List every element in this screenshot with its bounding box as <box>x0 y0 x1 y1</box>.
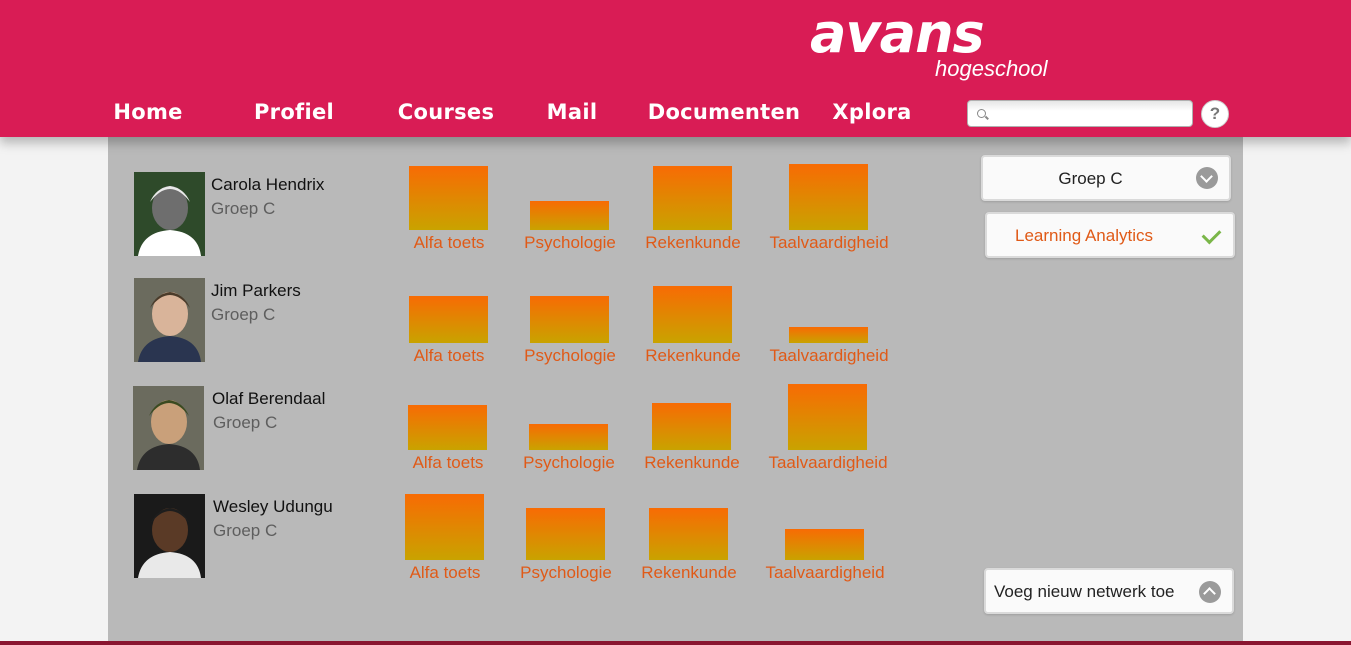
student-group: Groep C <box>213 521 278 540</box>
chevron-down-icon <box>1196 167 1218 189</box>
portrait-image <box>134 494 205 578</box>
score-bar-label[interactable]: Taalvaardigheid <box>768 453 887 473</box>
student-avatar[interactable] <box>134 278 205 362</box>
score-bar[interactable] <box>526 508 605 560</box>
help-button[interactable]: ? <box>1201 100 1229 128</box>
student-group: Groep C <box>213 413 278 432</box>
checkmark-icon <box>1201 224 1222 245</box>
learning-analytics-button[interactable]: Learning Analytics <box>985 212 1235 258</box>
add-network-label: Voeg nieuw netwerk toe <box>994 582 1175 601</box>
score-bar[interactable] <box>649 508 728 560</box>
group-select-label: Groep C <box>1058 169 1123 188</box>
nav-documenten[interactable]: Documenten <box>648 100 801 124</box>
add-network-button[interactable]: Voeg nieuw netwerk toe <box>984 568 1234 614</box>
score-bar-label[interactable]: Psychologie <box>524 346 616 366</box>
score-bar-label[interactable]: Alfa toets <box>410 563 481 583</box>
portrait-image <box>134 278 205 362</box>
score-bar-label[interactable]: Rekenkunde <box>641 563 736 583</box>
nav-profiel[interactable]: Profiel <box>254 100 334 124</box>
learning-analytics-label: Learning Analytics <box>1015 226 1153 245</box>
bottom-strip <box>0 641 1351 645</box>
main-panel: Carola Hendrix Groep C Alfa toets Psycholog… <box>108 137 1243 645</box>
nav-xplora[interactable]: Xplora <box>832 100 911 124</box>
search-icon <box>977 109 986 118</box>
score-bar[interactable] <box>652 403 731 450</box>
search-input[interactable] <box>992 104 1191 125</box>
score-bar-label[interactable]: Rekenkunde <box>644 453 739 473</box>
avans-logo-subtitle: hogeschool <box>935 56 1048 81</box>
score-bar[interactable] <box>409 296 488 343</box>
header-bar: avans hogeschool Home Profiel Courses Ma… <box>0 0 1351 137</box>
student-name[interactable]: Wesley Udungu <box>213 497 333 517</box>
nav-home[interactable]: Home <box>113 100 182 124</box>
student-name[interactable]: Jim Parkers <box>211 281 301 301</box>
nav-courses[interactable]: Courses <box>398 100 495 124</box>
group-select[interactable]: Groep C <box>981 155 1231 201</box>
score-bar-label[interactable]: Taalvaardigheid <box>769 346 888 366</box>
score-bar-label[interactable]: Alfa toets <box>414 346 485 366</box>
score-bar[interactable] <box>788 384 867 450</box>
score-bar-label[interactable]: Taalvaardigheid <box>765 563 884 583</box>
score-bar[interactable] <box>405 494 484 560</box>
nav-mail[interactable]: Mail <box>547 100 598 124</box>
search-box <box>967 100 1193 127</box>
student-name[interactable]: Olaf Berendaal <box>212 389 325 409</box>
portrait-image <box>133 386 204 470</box>
score-bar[interactable] <box>408 405 487 450</box>
score-bar-label[interactable]: Psychologie <box>520 563 612 583</box>
score-bar[interactable] <box>529 424 608 450</box>
score-bar[interactable] <box>785 529 864 560</box>
student-avatar[interactable] <box>134 494 205 578</box>
score-bar[interactable] <box>530 296 609 343</box>
score-bar-label[interactable]: Psychologie <box>523 453 615 473</box>
score-bar-label[interactable]: Rekenkunde <box>645 346 740 366</box>
score-bar[interactable] <box>653 286 732 343</box>
chevron-up-icon <box>1199 581 1221 603</box>
score-bar-label[interactable]: Alfa toets <box>413 453 484 473</box>
score-bar[interactable] <box>789 327 868 343</box>
student-avatar[interactable] <box>133 386 204 470</box>
student-group: Groep C <box>211 305 276 324</box>
